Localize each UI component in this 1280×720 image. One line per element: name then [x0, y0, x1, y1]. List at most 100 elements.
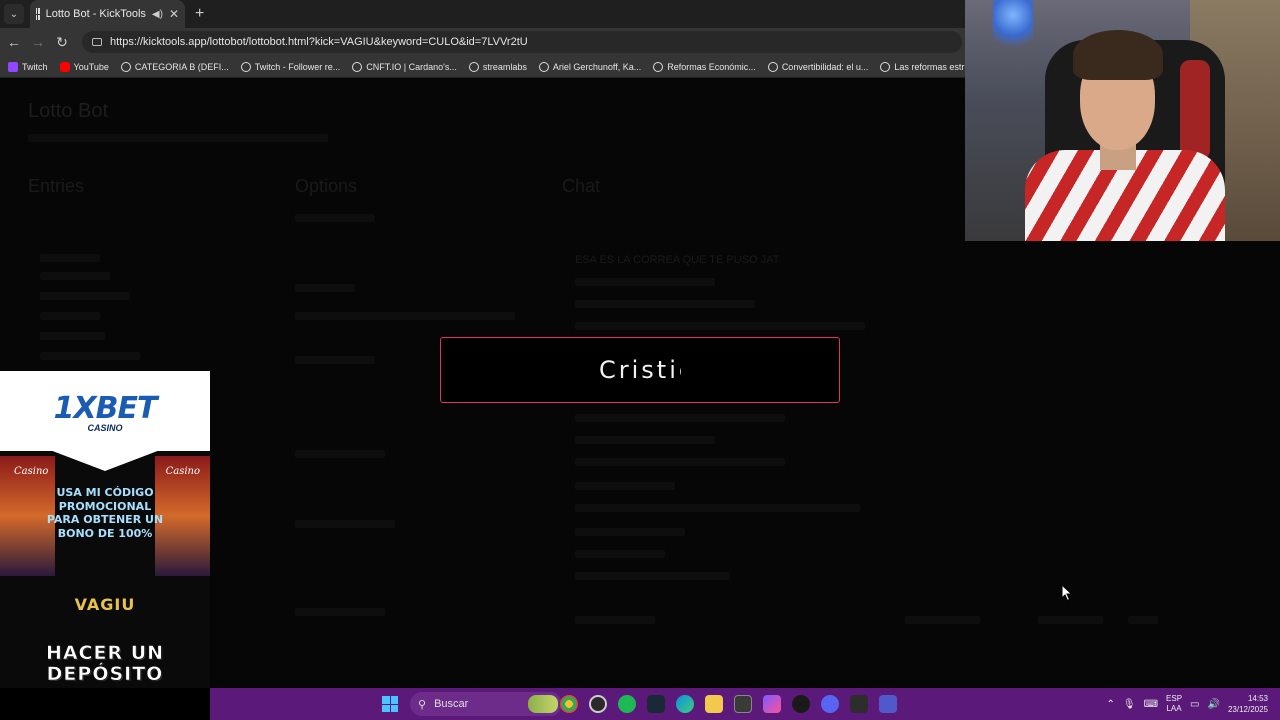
entry-row	[40, 292, 130, 300]
chat-message	[575, 550, 665, 558]
twitch-icon	[8, 61, 18, 72]
taskbar-search-placeholder: Buscar	[434, 698, 469, 710]
taskbar-search-box[interactable]: ⚲ Buscar	[410, 692, 562, 716]
app-icon[interactable]	[734, 695, 752, 713]
casino-ad-banner[interactable]: 1XBET CASINO Casino Casino USA MI CÓDIGO…	[0, 371, 210, 688]
speaker-icon[interactable]: ◀)	[152, 9, 163, 20]
bookmark-label: YouTube	[73, 61, 109, 72]
search-icon: ⚲	[418, 698, 427, 711]
obs-icon[interactable]	[589, 695, 607, 713]
windows-start-icon[interactable]	[382, 696, 398, 712]
bookmark-item[interactable]: YouTube	[59, 61, 109, 72]
subscriber-length-label	[295, 520, 395, 528]
ad-deposit-cta: HACER UN DEPÓSITO	[45, 642, 165, 685]
bookmark-label: CATEGORIA B (DEFI...	[134, 61, 229, 72]
windows-taskbar: ⚲ Buscar ⌃ 🎙 ⌨ ESP LAA ▭ 🔊 14:53 23/12/2…	[210, 688, 1280, 720]
system-tray: ⌃ 🎙 ⌨ ESP LAA ▭ 🔊 14:53 23/12/2025	[1107, 688, 1280, 720]
clock[interactable]: 14:53 23/12/2025	[1228, 693, 1268, 715]
clear-entries-button[interactable]	[1128, 616, 1158, 624]
tab-lotto-bot[interactable]: Lotto Bot - KickTools ◀) ✕	[30, 0, 185, 28]
bookmark-item[interactable]: CATEGORIA B (DEFI...	[120, 61, 229, 72]
forward-arrow-icon[interactable]: →	[26, 34, 50, 50]
bookmark-label: Twitch - Follower re...	[254, 61, 341, 72]
keyboard-icon[interactable]: ⌨	[1144, 699, 1158, 710]
edge-icon[interactable]	[676, 695, 694, 713]
youtube-icon	[59, 61, 70, 72]
lang-code: ESP	[1166, 694, 1183, 703]
clear-button[interactable]	[575, 616, 655, 624]
bookmark-label: Ariel Gerchunoff, Ka...	[552, 61, 642, 72]
chat-message	[575, 572, 730, 580]
input-language[interactable]: ESP LAA	[1166, 694, 1182, 714]
teams-icon[interactable]	[879, 695, 897, 713]
chat-message	[575, 458, 785, 466]
network-icon[interactable]: ▭	[1190, 699, 1199, 710]
winner-chat-button[interactable]	[905, 616, 980, 624]
bookmark-item[interactable]: Twitch	[8, 61, 48, 72]
meta-icon[interactable]	[850, 695, 868, 713]
subscriber-luck-label	[295, 450, 385, 458]
entry-row	[40, 312, 100, 320]
casino-sign-left: Casino	[14, 466, 49, 477]
kicktools-favicon-icon	[36, 8, 40, 20]
tab-title: Lotto Bot - KickTools	[45, 8, 146, 20]
volume-icon[interactable]: 🔊	[1208, 699, 1220, 710]
globe-icon	[767, 61, 778, 72]
tab-search-button[interactable]: ⌄	[4, 4, 24, 24]
bookmark-item[interactable]: CNFT.IO | Cardano's...	[352, 61, 457, 72]
entries-heading: Entries	[28, 176, 85, 196]
bookmark-item[interactable]: streamlabs	[468, 61, 527, 72]
globe-icon	[468, 61, 479, 72]
new-tab-button[interactable]: +	[195, 5, 204, 23]
bookmark-label: Reformas Económic...	[667, 61, 756, 72]
site-info-icon[interactable]	[92, 38, 102, 46]
breadcrumb	[28, 134, 328, 142]
ad-promo-code: VAGIU	[74, 595, 136, 614]
chat-heading: Chat	[562, 176, 601, 196]
globe-icon	[653, 61, 664, 72]
bookmark-item[interactable]: Convertibilidad: el u...	[767, 61, 868, 72]
discord-icon[interactable]	[821, 695, 839, 713]
back-arrow-icon[interactable]: ←	[2, 34, 26, 50]
bookmark-item[interactable]: Reformas Económic...	[653, 61, 756, 72]
address-bar[interactable]: https://kicktools.app/lottobot/lottobot.…	[82, 31, 962, 53]
chat-message	[575, 414, 785, 422]
language-label	[295, 284, 355, 292]
file-explorer-icon[interactable]	[705, 695, 723, 713]
lang-layout: LAA	[1166, 704, 1182, 713]
bookmark-item[interactable]: Twitch - Follower re...	[240, 61, 341, 72]
chatgpt-icon[interactable]	[792, 695, 810, 713]
chat-message	[575, 436, 715, 444]
casino-sign-right: Casino	[165, 466, 200, 477]
search-highlight-image	[528, 695, 558, 713]
spotify-icon[interactable]	[618, 695, 636, 713]
options-heading: Options	[295, 176, 358, 196]
copilot-icon[interactable]	[763, 695, 781, 713]
pick-winner-button[interactable]	[1038, 616, 1103, 624]
chat-message	[575, 322, 865, 330]
chevron-up-icon[interactable]: ⌃	[1107, 699, 1115, 710]
url-text: https://kicktools.app/lottobot/lottobot.…	[110, 36, 528, 48]
chat-message	[575, 528, 685, 536]
page-title: Lotto Bot	[28, 100, 109, 122]
chrome-icon[interactable]	[560, 695, 578, 713]
bookmark-label: streamlabs	[482, 61, 527, 72]
clock-time: 14:53	[1247, 694, 1268, 703]
steam-icon[interactable]	[647, 695, 665, 713]
mouse-cursor-icon	[1061, 584, 1073, 602]
close-tab-icon[interactable]: ✕	[169, 7, 179, 21]
entry-row	[40, 352, 140, 360]
entry-row	[40, 332, 105, 340]
language-select[interactable]	[295, 312, 515, 320]
bookmark-item[interactable]: Ariel Gerchunoff, Ka...	[538, 61, 642, 72]
screen: ⌄ Lotto Bot - KickTools ◀) ✕ + ← → ↻ htt…	[0, 0, 1280, 720]
bookmark-label: Twitch	[22, 61, 48, 72]
reload-icon[interactable]: ↻	[50, 34, 74, 51]
microphone-icon[interactable]: 🎙	[1123, 699, 1136, 710]
keyword-label	[295, 214, 375, 222]
ad-promo-text: USA MI CÓDIGO PROMOCIONAL PARA OBTENER U…	[46, 486, 164, 540]
blue-lamp	[993, 0, 1033, 50]
globe-icon	[538, 61, 549, 72]
required-roles-label	[295, 356, 375, 364]
chat-message	[575, 278, 715, 286]
